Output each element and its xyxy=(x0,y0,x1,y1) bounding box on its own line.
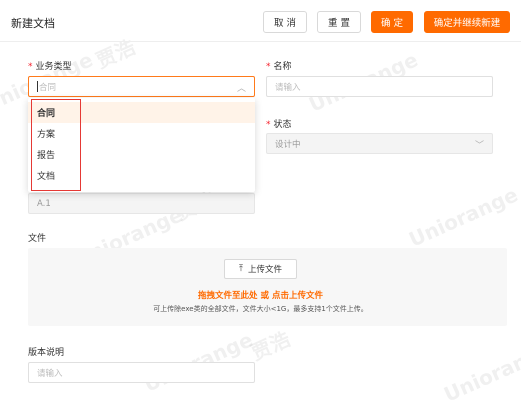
required-mark: * xyxy=(266,62,271,72)
reset-button[interactable]: 重 置 xyxy=(317,11,361,33)
name-label: * 名称 xyxy=(266,62,292,72)
business-type-label: * 业务类型 xyxy=(28,62,72,72)
version-value: A.1 xyxy=(37,198,51,209)
confirm-continue-button[interactable]: 确定并继续新建 xyxy=(424,11,510,33)
confirm-button[interactable]: 确 定 xyxy=(371,11,413,33)
required-mark: * xyxy=(28,62,33,72)
option-contract[interactable]: 合同 xyxy=(28,102,255,123)
chevron-down-icon[interactable]: ﹀ xyxy=(475,138,484,151)
business-type-dropdown: 合同 方案 报告 文档 xyxy=(28,98,255,192)
option-plan[interactable]: 方案 xyxy=(28,123,255,144)
watermark: Uniorange xyxy=(405,182,521,252)
business-type-select[interactable]: 合同 ︿ xyxy=(28,76,255,97)
required-mark: * xyxy=(266,120,271,130)
option-report[interactable]: 报告 xyxy=(28,144,255,165)
name-placeholder: 请输入 xyxy=(275,82,301,93)
version-note-input[interactable]: 请输入 xyxy=(28,362,255,383)
upload-button[interactable]: ⤒ 上传文件 xyxy=(224,259,297,279)
page-title: 新建文档 xyxy=(11,17,55,30)
version-note-placeholder: 请输入 xyxy=(37,368,63,379)
text-cursor xyxy=(37,81,38,92)
name-input[interactable]: 请输入 xyxy=(266,76,493,97)
business-type-placeholder: 合同 xyxy=(39,82,57,93)
option-document[interactable]: 文档 xyxy=(28,165,255,186)
watermark: Uniorange xyxy=(440,337,521,407)
file-label: 文件 xyxy=(28,234,47,244)
watermark: 贾浩 xyxy=(247,326,294,365)
chevron-up-icon[interactable]: ︿ xyxy=(237,81,246,94)
status-label: * 状态 xyxy=(266,120,292,130)
upload-button-label: 上传文件 xyxy=(247,265,282,275)
version-input[interactable]: A.1 xyxy=(28,193,255,214)
status-value: 设计中 xyxy=(275,139,301,150)
upload-icon: ⤒ xyxy=(239,264,243,274)
cancel-button[interactable]: 取 消 xyxy=(263,11,307,33)
upload-hint: 可上传除exe类的全部文件，文件大小<1G，最多支持1个文件上传。 xyxy=(153,305,368,313)
status-select[interactable]: 设计中 ﹀ xyxy=(266,133,493,154)
version-note-label: 版本说明 xyxy=(28,348,65,358)
upload-drag-text[interactable]: 拖拽文件至此处 或 点击上传文件 xyxy=(0,289,521,301)
page-header: 新建文档 取 消 重 置 确 定 确定并继续新建 xyxy=(0,0,521,42)
